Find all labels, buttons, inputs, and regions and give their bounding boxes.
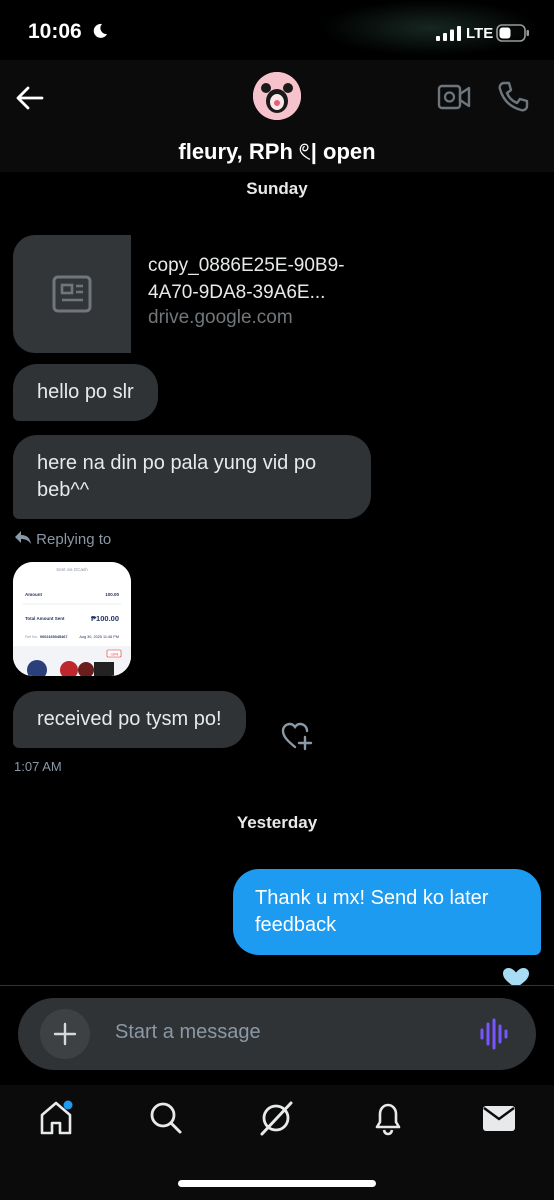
link-preview-card[interactable]: copy_0886E25E-90B9-4A70-9DA8-39A6E... dr…: [13, 235, 373, 353]
preview-total-value: ₱100.00: [91, 614, 119, 623]
preview-ref-value: 0002165045467: [40, 635, 67, 639]
link-thumbnail: [13, 235, 131, 353]
mail-icon[interactable]: [481, 1099, 517, 1137]
replying-indicator: Replying to: [14, 530, 111, 548]
home-indicator: [178, 1180, 376, 1187]
message-bubble-outgoing[interactable]: Thank u mx! Send ko later feedback: [233, 869, 541, 955]
message-bubble-incoming[interactable]: hello po slr: [13, 364, 158, 421]
preview-total-label: Total Amount Sent: [25, 616, 65, 621]
conversation-header: fleury, RPh 𓏲| open: [0, 60, 554, 172]
message-composer[interactable]: Start a message: [18, 998, 536, 1070]
reply-arrow-icon: [15, 531, 31, 544]
message-bubble-incoming[interactable]: here na din po pala yung vid po beb^^: [13, 435, 371, 519]
home-icon[interactable]: [38, 1099, 74, 1137]
preview-amount-value: 100.00: [105, 592, 119, 597]
plus-icon: [53, 1022, 77, 1046]
moon-icon: [93, 23, 107, 38]
bell-icon[interactable]: [370, 1099, 406, 1137]
preview-ref-label: Ref No.: [25, 635, 38, 639]
add-attachment-button[interactable]: [40, 1009, 90, 1059]
network-label: LTE: [466, 25, 494, 42]
heart-plus-icon[interactable]: [280, 720, 314, 752]
preview-header: Sent via GCash: [56, 567, 88, 572]
preview-amount-label: Amount: [25, 592, 42, 597]
battery-icon: [496, 24, 529, 42]
signal-icon: [436, 26, 461, 41]
voice-wave-icon[interactable]: [479, 1018, 509, 1050]
message-input[interactable]: Start a message: [115, 1021, 261, 1044]
back-arrow-icon[interactable]: [14, 82, 46, 114]
replying-label: Replying to: [36, 531, 112, 548]
search-icon[interactable]: [148, 1099, 184, 1137]
message-bubble-incoming[interactable]: received po tysm po!: [13, 691, 246, 748]
reply-image-preview[interactable]: Sent via GCash Amount 100.00 Total Amoun…: [13, 562, 131, 676]
phone-icon[interactable]: [496, 80, 530, 114]
status-bar: 10:06 LTE: [0, 0, 554, 66]
link-domain: drive.google.com: [148, 307, 293, 328]
message-timestamp: 1:07 AM: [14, 759, 62, 774]
avatar[interactable]: [253, 72, 301, 120]
preview-discount-tag: -10%: [110, 653, 119, 657]
preview-date: Aug 30, 2025 11:46 PM: [79, 635, 119, 639]
date-separator-sunday: Sunday: [246, 179, 308, 198]
article-icon: [52, 275, 92, 313]
contact-name[interactable]: fleury, RPh 𓏲| open: [0, 131, 554, 167]
status-time: 10:06: [28, 20, 82, 43]
date-separator-yesterday: Yesterday: [236, 813, 318, 832]
video-call-icon[interactable]: [437, 82, 471, 112]
grok-icon[interactable]: [258, 1099, 294, 1137]
link-title: copy_0886E25E-90B9-4A70-9DA8-39A6E...: [148, 255, 345, 303]
